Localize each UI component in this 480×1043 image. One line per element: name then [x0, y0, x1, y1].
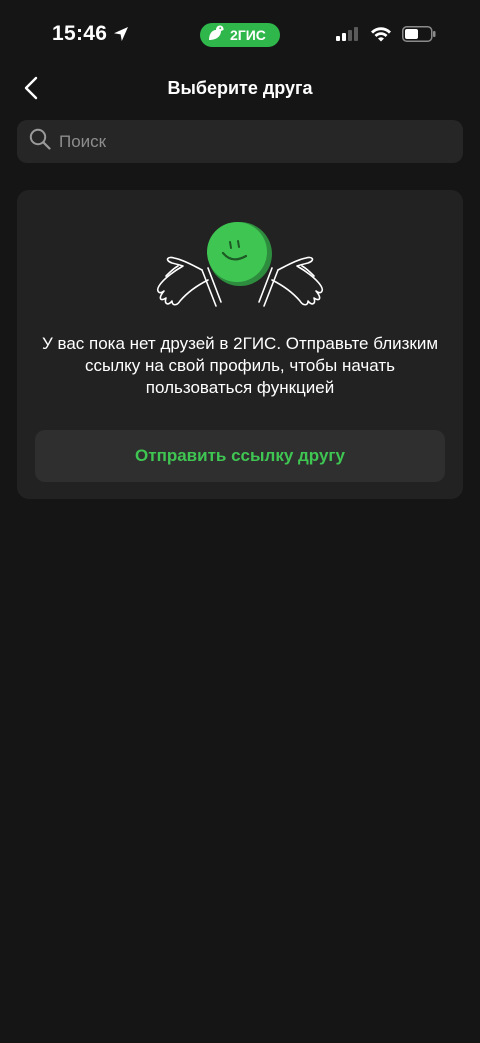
status-icons [336, 26, 436, 47]
cellular-signal-icon [336, 26, 360, 47]
header: Выберите друга [0, 70, 480, 110]
time-text: 15:46 [52, 22, 108, 45]
wifi-icon [370, 26, 392, 47]
page-title: Выберите друга [167, 78, 313, 98]
location-arrow-icon [113, 26, 129, 42]
battery-icon [402, 26, 436, 47]
empty-state-card: У вас пока нет друзей в 2ГИС. Отправьте … [17, 190, 463, 499]
send-link-button[interactable]: Отправить ссылку другу [35, 430, 445, 482]
app-badge-label: 2ГИС [230, 27, 266, 43]
search-input[interactable] [57, 130, 441, 153]
empty-state-message: У вас пока нет друзей в 2ГИС. Отправьте … [41, 334, 439, 397]
search-bar[interactable] [17, 120, 463, 163]
back-to-app-badge[interactable]: 2ГИС [200, 23, 280, 47]
app-logo-icon [206, 24, 226, 47]
smiley-ball-hands-illustration [150, 220, 330, 315]
status-bar: 15:46 2ГИС [0, 0, 480, 70]
search-icon [29, 128, 51, 155]
status-time: 15:46 [52, 22, 129, 46]
